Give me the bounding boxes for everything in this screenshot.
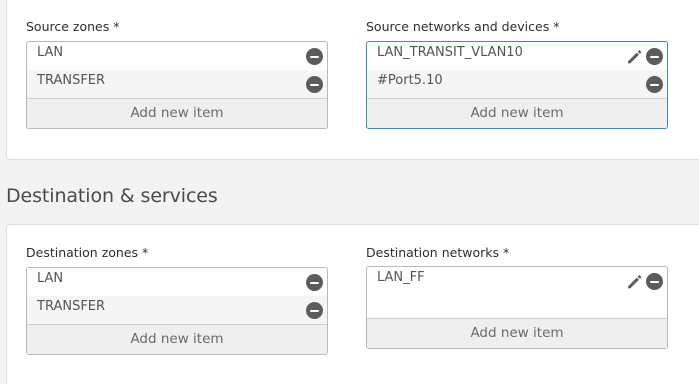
list-item: LAN_FF (367, 267, 667, 295)
list-item: TRANSFER (27, 296, 327, 324)
add-new-item-button[interactable]: Add new item (367, 98, 667, 128)
destination-zones-list: LAN TRANSFER Add new item (26, 267, 328, 355)
destination-zones-label: Destination zones * (26, 245, 149, 260)
list-item-label: LAN_TRANSIT_VLAN10 (377, 45, 523, 60)
list-item-label: LAN (37, 271, 64, 286)
add-new-item-button[interactable]: Add new item (367, 318, 667, 348)
section-title: Destination & services (6, 185, 218, 207)
source-networks-list: LAN_TRANSIT_VLAN10 #Port5.10 Add new ite… (366, 41, 668, 129)
source-networks-label: Source networks and devices * (366, 19, 560, 34)
list-item-label: LAN (37, 45, 64, 60)
list-item: #Port5.10 (367, 70, 667, 98)
list-item: LAN (27, 268, 327, 296)
remove-icon[interactable] (306, 76, 323, 93)
source-zones-label: Source zones * (26, 19, 120, 34)
destination-networks-label: Destination networks * (366, 245, 510, 260)
pencil-icon[interactable] (626, 273, 643, 290)
pencil-icon[interactable] (626, 48, 643, 65)
destination-networks-list: LAN_FF Add new item (366, 266, 668, 349)
remove-icon[interactable] (306, 274, 323, 291)
list-item-label: TRANSFER (37, 73, 106, 88)
source-zones-list: LAN TRANSFER Add new item (26, 41, 328, 129)
list-item: LAN_TRANSIT_VLAN10 (367, 42, 667, 70)
remove-icon[interactable] (306, 302, 323, 319)
add-new-item-button[interactable]: Add new item (27, 98, 327, 128)
list-item-label: TRANSFER (37, 299, 106, 314)
list-item: TRANSFER (27, 70, 327, 98)
remove-icon[interactable] (646, 48, 663, 65)
remove-icon[interactable] (646, 273, 663, 290)
list-item: LAN (27, 42, 327, 70)
list-item-label: LAN_FF (377, 270, 425, 285)
remove-icon[interactable] (306, 48, 323, 65)
list-item-label: #Port5.10 (377, 73, 443, 88)
remove-icon[interactable] (646, 76, 663, 93)
add-new-item-button[interactable]: Add new item (27, 324, 327, 354)
